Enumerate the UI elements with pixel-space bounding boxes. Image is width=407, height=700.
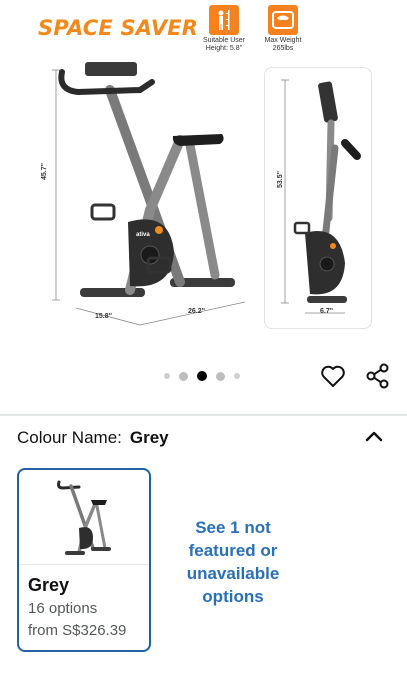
dimension-height-open: 45.7'' <box>40 163 48 180</box>
dimension-depth: 15.8'' <box>95 313 112 320</box>
see-unavailable-options-link[interactable]: See 1 not featured or unavailable option… <box>168 516 298 608</box>
carousel-dot-active[interactable] <box>197 371 207 381</box>
section-divider <box>0 414 407 416</box>
bike-unfolded-image <box>52 62 246 326</box>
swatch-name: Grey <box>28 575 70 595</box>
swatch-options-count: 16 options <box>28 600 98 617</box>
colour-name-label: Colour Name: <box>17 428 122 447</box>
bike-thumbnail-image <box>57 480 111 555</box>
carousel-indicator <box>164 371 240 381</box>
brand-title: SPACE SAVER <box>38 16 199 40</box>
dimension-height-folded: 53.5'' <box>276 171 284 188</box>
colour-name-value: Grey <box>129 428 169 447</box>
wishlist-button[interactable] <box>318 361 348 391</box>
swatch-price: from S$326.39 <box>28 622 127 639</box>
carousel-dot[interactable] <box>216 371 225 381</box>
share-icon <box>366 363 389 389</box>
see-more-line: See 1 not <box>195 518 271 537</box>
chevron-up-icon <box>365 431 383 442</box>
spec-caption-line1: Max Weight <box>264 37 302 44</box>
product-image-carousel[interactable]: SPACE SAVER Suitable User Height: 5.8'' <box>0 0 407 355</box>
dimension-width-folded: 6.7'' <box>320 308 334 315</box>
carousel-dot[interactable] <box>164 373 170 379</box>
share-button[interactable] <box>363 361 393 391</box>
colour-swatch-grey[interactable]: Grey 16 options from S$326.39 <box>17 468 151 652</box>
carousel-dot[interactable] <box>179 371 188 381</box>
user-height-icon <box>209 5 239 35</box>
bike-folded-image <box>281 79 361 314</box>
dimension-length: 26.2'' <box>188 308 205 315</box>
swatch-image <box>19 470 149 565</box>
carousel-dot[interactable] <box>234 373 240 379</box>
see-more-line: unavailable <box>186 564 280 583</box>
spec-max-weight: Max Weight 265lbs <box>248 5 318 53</box>
bike-logo: ativa <box>136 232 150 238</box>
weight-scale-icon <box>268 5 298 35</box>
heart-icon <box>321 365 345 387</box>
spec-caption-line2: 265lbs <box>272 45 294 52</box>
see-more-line: options <box>202 587 264 606</box>
collapse-colour-button[interactable] <box>362 426 386 446</box>
see-more-line: featured or <box>188 541 278 560</box>
bike-folded-panel: 53.5'' 6.7'' <box>264 67 372 329</box>
colour-name-row: Colour Name: Grey <box>17 428 169 448</box>
